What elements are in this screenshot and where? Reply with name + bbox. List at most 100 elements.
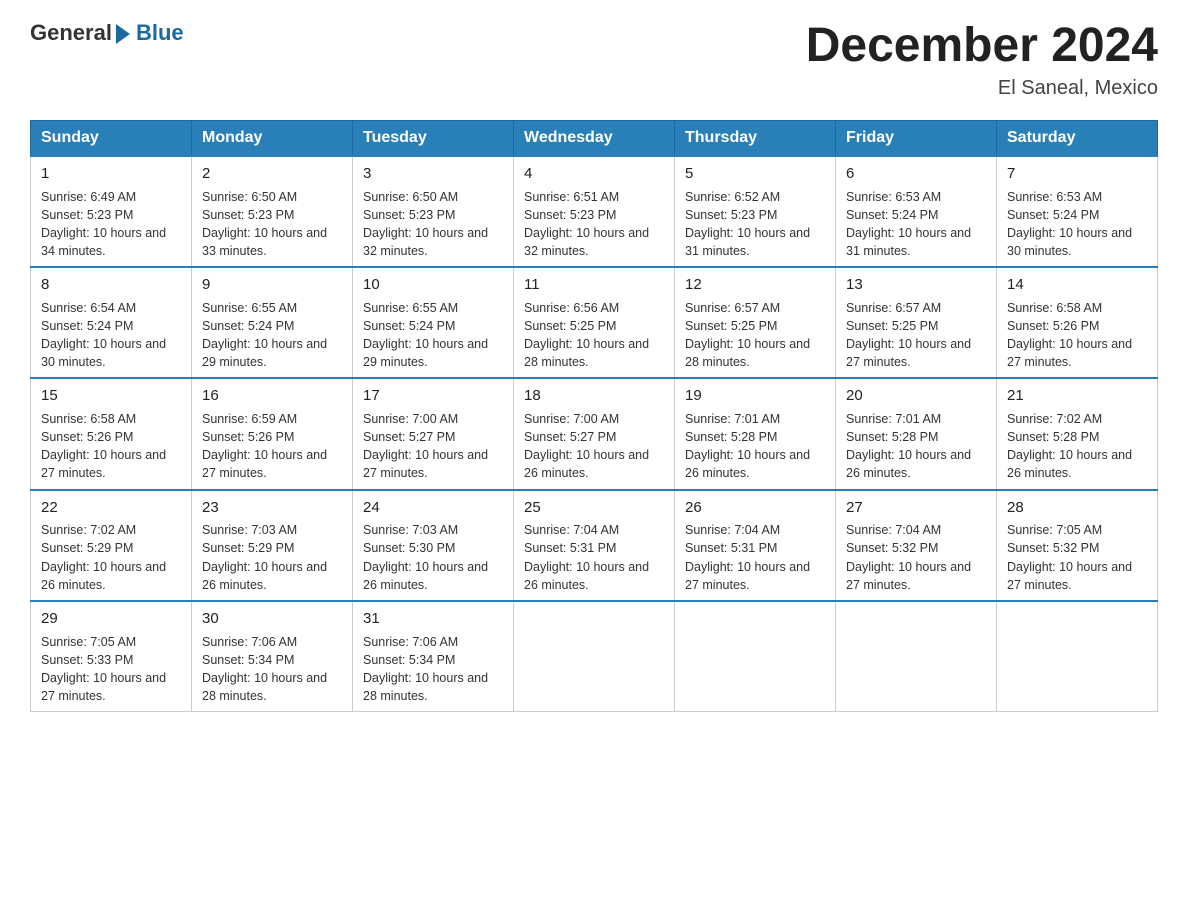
day-number: 11 [524,274,664,296]
calendar-cell: 22Sunrise: 7:02 AMSunset: 5:29 PMDayligh… [31,490,192,601]
day-number: 29 [41,608,181,630]
day-info: Sunrise: 7:03 AMSunset: 5:30 PMDaylight:… [363,521,503,594]
calendar-cell: 23Sunrise: 7:03 AMSunset: 5:29 PMDayligh… [192,490,353,601]
day-info: Sunrise: 6:50 AMSunset: 5:23 PMDaylight:… [363,188,503,261]
calendar-cell: 20 Sunrise: 7:01 AMSunset: 5:28 PMDayligh… [836,378,997,489]
day-info: Sunrise: 7:06 AMSunset: 5:34 PMDaylight:… [363,633,503,706]
calendar-cell: 3 Sunrise: 6:50 AMSunset: 5:23 PMDaylight… [353,156,514,267]
calendar-cell [836,601,997,712]
day-info: Sunrise: 7:02 AMSunset: 5:28 PMDaylight:… [1007,410,1147,483]
weekday-header-friday: Friday [836,120,997,156]
day-number: 15 [41,385,181,407]
calendar-cell: 5 Sunrise: 6:52 AMSunset: 5:23 PMDaylight… [675,156,836,267]
day-info: Sunrise: 7:04 AMSunset: 5:31 PMDaylight:… [524,521,664,594]
day-number: 7 [1007,163,1147,185]
weekday-header-tuesday: Tuesday [353,120,514,156]
day-info: Sunrise: 6:57 AMSunset: 5:25 PMDaylight:… [685,299,825,372]
day-info: Sunrise: 7:05 AMSunset: 5:33 PMDaylight:… [41,633,181,706]
day-number: 31 [363,608,503,630]
calendar-cell: 8 Sunrise: 6:54 AMSunset: 5:24 PMDaylight… [31,267,192,378]
day-number: 9 [202,274,342,296]
day-number: 23 [202,497,342,519]
calendar-cell [997,601,1158,712]
day-number: 16 [202,385,342,407]
page-header: General Blue December 2024 El Saneal, Me… [30,20,1158,100]
title-block: December 2024 El Saneal, Mexico [806,20,1158,100]
calendar-cell: 25Sunrise: 7:04 AMSunset: 5:31 PMDayligh… [514,490,675,601]
calendar-cell: 9 Sunrise: 6:55 AMSunset: 5:24 PMDaylight… [192,267,353,378]
day-number: 18 [524,385,664,407]
day-info: Sunrise: 6:58 AMSunset: 5:26 PMDaylight:… [1007,299,1147,372]
calendar-cell: 7Sunrise: 6:53 AMSunset: 5:24 PMDaylight… [997,156,1158,267]
calendar-cell: 6Sunrise: 6:53 AMSunset: 5:24 PMDaylight… [836,156,997,267]
logo: General Blue [30,20,184,46]
location-subtitle: El Saneal, Mexico [806,77,1158,100]
day-info: Sunrise: 6:52 AMSunset: 5:23 PMDaylight:… [685,188,825,261]
week-row-1: 1 Sunrise: 6:49 AMSunset: 5:23 PMDaylight… [31,156,1158,267]
day-number: 25 [524,497,664,519]
week-row-4: 22Sunrise: 7:02 AMSunset: 5:29 PMDayligh… [31,490,1158,601]
calendar-cell: 10 Sunrise: 6:55 AMSunset: 5:24 PMDayligh… [353,267,514,378]
calendar-cell: 21 Sunrise: 7:02 AMSunset: 5:28 PMDayligh… [997,378,1158,489]
calendar-cell: 24Sunrise: 7:03 AMSunset: 5:30 PMDayligh… [353,490,514,601]
week-row-5: 29 Sunrise: 7:05 AMSunset: 5:33 PMDayligh… [31,601,1158,712]
calendar-cell: 14Sunrise: 6:58 AMSunset: 5:26 PMDayligh… [997,267,1158,378]
day-info: Sunrise: 6:51 AMSunset: 5:23 PMDaylight:… [524,188,664,261]
weekday-header-wednesday: Wednesday [514,120,675,156]
calendar-cell: 15 Sunrise: 6:58 AMSunset: 5:26 PMDayligh… [31,378,192,489]
day-number: 27 [846,497,986,519]
weekday-header-thursday: Thursday [675,120,836,156]
calendar-cell: 31 Sunrise: 7:06 AMSunset: 5:34 PMDayligh… [353,601,514,712]
calendar-cell: 27Sunrise: 7:04 AMSunset: 5:32 PMDayligh… [836,490,997,601]
day-info: Sunrise: 6:54 AMSunset: 5:24 PMDaylight:… [41,299,181,372]
day-number: 1 [41,163,181,185]
day-number: 12 [685,274,825,296]
weekday-header-sunday: Sunday [31,120,192,156]
day-info: Sunrise: 6:55 AMSunset: 5:24 PMDaylight:… [202,299,342,372]
day-number: 20 [846,385,986,407]
day-number: 3 [363,163,503,185]
day-number: 17 [363,385,503,407]
weekday-header-monday: Monday [192,120,353,156]
day-info: Sunrise: 6:57 AMSunset: 5:25 PMDaylight:… [846,299,986,372]
calendar-cell: 16 Sunrise: 6:59 AMSunset: 5:26 PMDayligh… [192,378,353,489]
day-info: Sunrise: 7:03 AMSunset: 5:29 PMDaylight:… [202,521,342,594]
day-number: 2 [202,163,342,185]
weekday-header-row: SundayMondayTuesdayWednesdayThursdayFrid… [31,120,1158,156]
day-info: Sunrise: 6:49 AMSunset: 5:23 PMDaylight:… [41,188,181,261]
day-info: Sunrise: 6:59 AMSunset: 5:26 PMDaylight:… [202,410,342,483]
day-info: Sunrise: 6:56 AMSunset: 5:25 PMDaylight:… [524,299,664,372]
calendar-cell: 13 Sunrise: 6:57 AMSunset: 5:25 PMDayligh… [836,267,997,378]
day-info: Sunrise: 7:01 AMSunset: 5:28 PMDaylight:… [846,410,986,483]
calendar-cell: 29 Sunrise: 7:05 AMSunset: 5:33 PMDayligh… [31,601,192,712]
day-number: 5 [685,163,825,185]
calendar-cell: 26Sunrise: 7:04 AMSunset: 5:31 PMDayligh… [675,490,836,601]
weekday-header-saturday: Saturday [997,120,1158,156]
day-number: 6 [846,163,986,185]
day-info: Sunrise: 6:50 AMSunset: 5:23 PMDaylight:… [202,188,342,261]
day-info: Sunrise: 7:04 AMSunset: 5:32 PMDaylight:… [846,521,986,594]
calendar-cell: 28Sunrise: 7:05 AMSunset: 5:32 PMDayligh… [997,490,1158,601]
week-row-3: 15 Sunrise: 6:58 AMSunset: 5:26 PMDayligh… [31,378,1158,489]
calendar-cell: 30Sunrise: 7:06 AMSunset: 5:34 PMDayligh… [192,601,353,712]
day-number: 19 [685,385,825,407]
calendar-cell: 2 Sunrise: 6:50 AMSunset: 5:23 PMDaylight… [192,156,353,267]
week-row-2: 8 Sunrise: 6:54 AMSunset: 5:24 PMDaylight… [31,267,1158,378]
day-number: 10 [363,274,503,296]
day-info: Sunrise: 7:01 AMSunset: 5:28 PMDaylight:… [685,410,825,483]
calendar-cell: 11 Sunrise: 6:56 AMSunset: 5:25 PMDayligh… [514,267,675,378]
logo-arrow-icon [116,24,130,44]
day-info: Sunrise: 6:55 AMSunset: 5:24 PMDaylight:… [363,299,503,372]
calendar-cell: 1 Sunrise: 6:49 AMSunset: 5:23 PMDaylight… [31,156,192,267]
day-number: 8 [41,274,181,296]
day-info: Sunrise: 6:58 AMSunset: 5:26 PMDaylight:… [41,410,181,483]
calendar-cell: 4Sunrise: 6:51 AMSunset: 5:23 PMDaylight… [514,156,675,267]
day-number: 13 [846,274,986,296]
day-number: 30 [202,608,342,630]
day-number: 22 [41,497,181,519]
logo-text-blue: Blue [136,20,184,46]
day-number: 28 [1007,497,1147,519]
day-info: Sunrise: 7:00 AMSunset: 5:27 PMDaylight:… [363,410,503,483]
calendar-cell: 18Sunrise: 7:00 AMSunset: 5:27 PMDayligh… [514,378,675,489]
day-number: 21 [1007,385,1147,407]
